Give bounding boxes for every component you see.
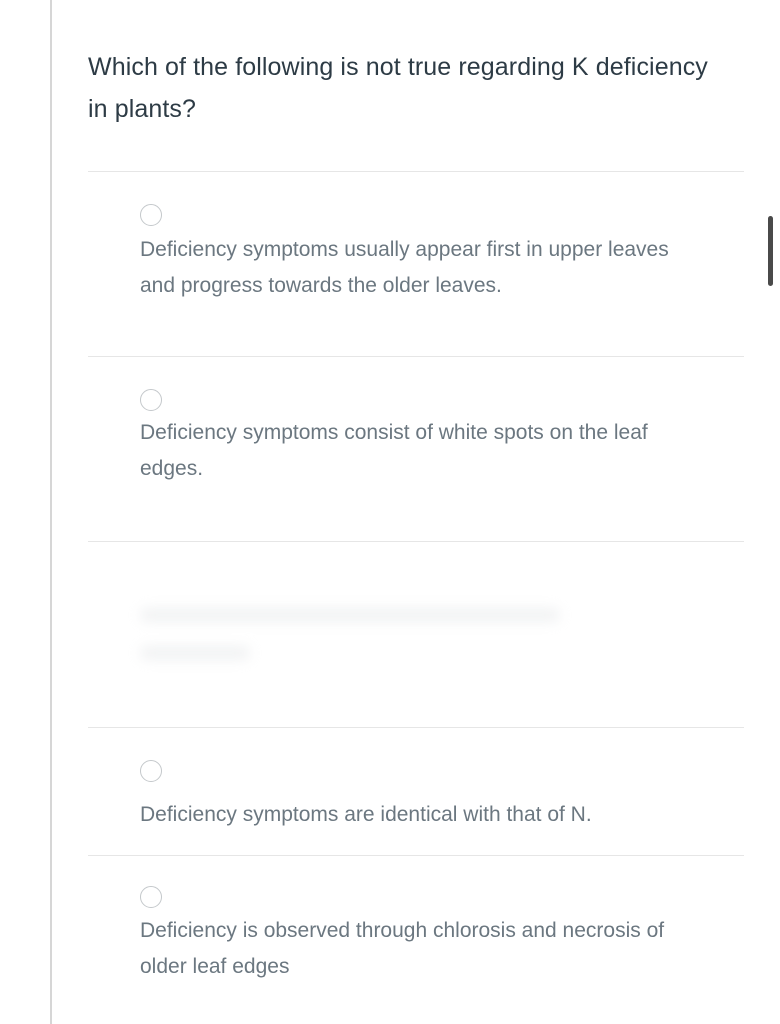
divider <box>88 171 744 172</box>
radio-button[interactable] <box>140 760 162 782</box>
question-text: Which of the following is not true regar… <box>88 53 708 123</box>
answer-option-4[interactable]: Deficiency is observed through chlorosis… <box>140 886 700 996</box>
radio-button[interactable] <box>140 204 162 226</box>
divider <box>88 855 744 856</box>
answer-option-label[interactable]: Deficiency symptoms are identical with t… <box>140 797 700 833</box>
question-panel-border <box>50 0 52 1024</box>
answer-option-3[interactable]: Deficiency symptoms are identical with t… <box>140 760 700 840</box>
obscured-answer-option <box>88 560 728 700</box>
divider <box>88 356 744 357</box>
answer-option-1[interactable]: Deficiency symptoms usually appear first… <box>140 204 700 314</box>
radio-button[interactable] <box>140 389 162 411</box>
answer-option-label[interactable]: Deficiency symptoms consist of white spo… <box>140 415 700 487</box>
radio-button[interactable] <box>140 886 162 908</box>
answer-option-label[interactable]: Deficiency is observed through chlorosis… <box>140 913 700 985</box>
divider <box>88 727 744 728</box>
answer-option-label[interactable]: Deficiency symptoms usually appear first… <box>140 232 700 304</box>
answer-option-2[interactable]: Deficiency symptoms consist of white spo… <box>140 389 700 499</box>
scrollbar-thumb[interactable] <box>768 216 773 286</box>
quiz-page: Which of the following is not true regar… <box>0 0 780 1024</box>
divider <box>88 541 744 542</box>
